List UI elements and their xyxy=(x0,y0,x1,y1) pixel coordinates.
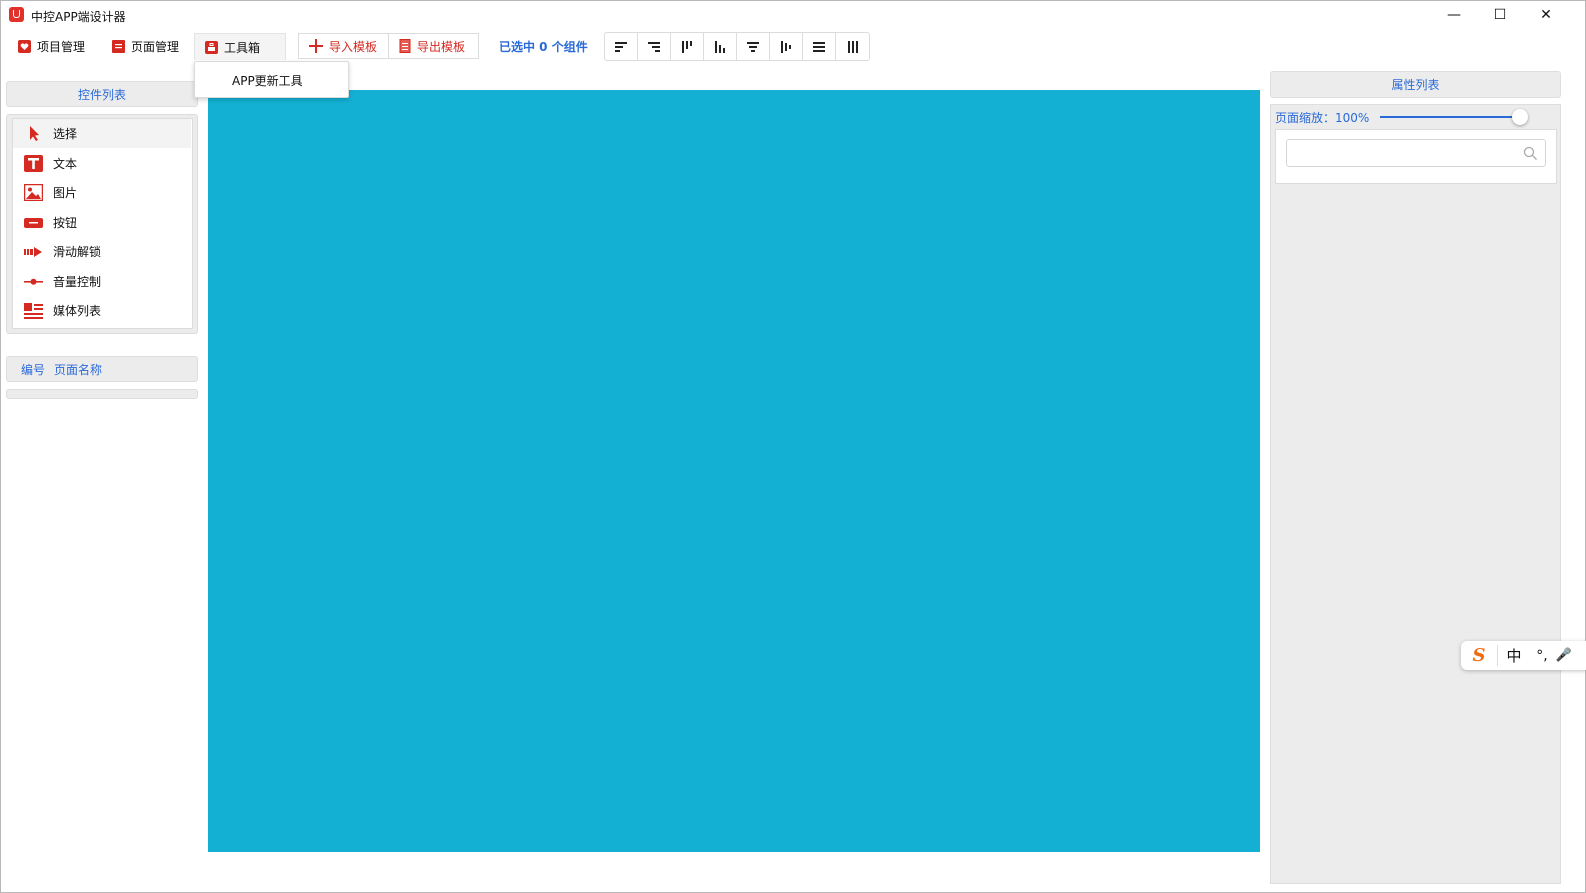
heart-folder-icon xyxy=(18,39,31,53)
control-media-list[interactable]: 媒体列表 xyxy=(13,296,191,325)
text-icon xyxy=(24,155,43,172)
menu-toolbox[interactable]: 工具箱 xyxy=(194,33,286,60)
distribute-horizontal-icon xyxy=(813,41,825,52)
distribute-vertical-button[interactable] xyxy=(836,33,869,60)
design-canvas[interactable] xyxy=(208,90,1260,852)
control-label: 图片 xyxy=(53,186,78,200)
ime-mode-toggle[interactable]: 中 xyxy=(1498,645,1530,666)
align-left-icon xyxy=(615,41,627,52)
dropdown-item-app-update-tool[interactable]: APP更新工具 xyxy=(232,72,303,89)
import-template-button[interactable]: 导入模板 xyxy=(298,33,389,59)
document-icon xyxy=(399,39,411,53)
zoom-slider-thumb[interactable] xyxy=(1512,109,1528,125)
align-left-button[interactable] xyxy=(605,33,638,60)
page-list-col-name: 页面名称 xyxy=(54,362,103,377)
menu-toolbox-label: 工具箱 xyxy=(224,40,261,55)
ime-logo-icon[interactable]: S xyxy=(1461,645,1498,666)
menu-page-label: 页面管理 xyxy=(131,39,180,54)
menu-project-label: 项目管理 xyxy=(37,39,86,54)
property-list-title: 属性列表 xyxy=(1391,78,1440,92)
control-label: 音量控制 xyxy=(53,275,102,289)
plus-icon xyxy=(309,39,323,53)
property-panel xyxy=(1270,104,1561,884)
control-slide-unlock[interactable]: 滑动解锁 xyxy=(13,237,191,266)
ime-punctuation-toggle[interactable]: °, xyxy=(1530,648,1554,664)
page-list-col-id: 编号 xyxy=(21,362,46,377)
page-zoom-label: 页面缩放：100% xyxy=(1275,111,1370,125)
ime-voice-icon[interactable]: 🎤 xyxy=(1554,648,1574,663)
selection-status: 已选中 0 个组件 xyxy=(499,40,588,54)
align-bottom-icon xyxy=(715,40,725,53)
align-right-icon xyxy=(648,41,660,52)
app-logo-icon xyxy=(9,7,24,22)
toolbox-dropdown: APP更新工具 xyxy=(194,61,349,98)
align-center-vertical-button[interactable] xyxy=(770,33,803,60)
align-top-icon xyxy=(682,40,692,53)
controls-list-title: 控件列表 xyxy=(77,87,126,102)
control-label: 文本 xyxy=(53,157,78,171)
align-toolbar xyxy=(604,32,870,61)
window-title: 中控APP端设计器 xyxy=(31,10,126,24)
align-top-button[interactable] xyxy=(671,33,704,60)
close-button[interactable]: ✕ xyxy=(1523,1,1569,29)
zoom-slider-track[interactable] xyxy=(1380,116,1514,118)
minimize-button[interactable]: — xyxy=(1431,1,1477,29)
controls-list-header: 控件列表 xyxy=(6,81,198,107)
align-bottom-button[interactable] xyxy=(704,33,737,60)
align-center-horizontal-icon xyxy=(747,41,759,52)
control-text[interactable]: 文本 xyxy=(13,149,191,178)
page-list xyxy=(6,389,198,399)
page-icon xyxy=(112,39,125,53)
control-label: 媒体列表 xyxy=(53,304,102,318)
control-image[interactable]: 图片 xyxy=(13,178,191,207)
maximize-button[interactable]: ☐ xyxy=(1477,1,1523,29)
image-icon xyxy=(24,184,43,201)
align-center-vertical-icon xyxy=(781,40,791,53)
distribute-horizontal-button[interactable] xyxy=(803,33,836,60)
property-search-input[interactable] xyxy=(1286,139,1546,167)
ime-toolbar: S 中 °, 🎤 xyxy=(1461,641,1586,670)
control-volume[interactable]: 音量控制 xyxy=(13,267,191,296)
export-template-button[interactable]: 导出模板 xyxy=(388,33,479,59)
media-list-icon xyxy=(24,303,43,319)
cursor-icon xyxy=(30,126,39,141)
toolbox-icon xyxy=(205,40,218,54)
search-icon[interactable] xyxy=(1523,146,1538,161)
slide-unlock-icon xyxy=(24,247,42,257)
control-label: 按钮 xyxy=(53,216,78,230)
align-right-button[interactable] xyxy=(638,33,671,60)
control-label: 选择 xyxy=(53,127,78,141)
volume-slider-icon xyxy=(24,278,43,285)
control-button[interactable]: 按钮 xyxy=(13,208,191,237)
align-center-horizontal-button[interactable] xyxy=(737,33,770,60)
title-bar: 中控APP端设计器 — ☐ ✕ xyxy=(1,1,1585,29)
page-list-header: 编号 页面名称 xyxy=(6,356,198,382)
button-icon xyxy=(24,218,43,228)
import-template-label: 导入模板 xyxy=(329,39,378,54)
menu-page-management[interactable]: 页面管理 xyxy=(106,33,185,59)
distribute-vertical-icon xyxy=(847,40,858,53)
control-label: 滑动解锁 xyxy=(53,245,102,259)
export-template-label: 导出模板 xyxy=(417,39,466,54)
control-select[interactable]: 选择 xyxy=(13,119,191,148)
menu-project-management[interactable]: 项目管理 xyxy=(12,33,91,59)
property-list-header: 属性列表 xyxy=(1270,71,1561,98)
